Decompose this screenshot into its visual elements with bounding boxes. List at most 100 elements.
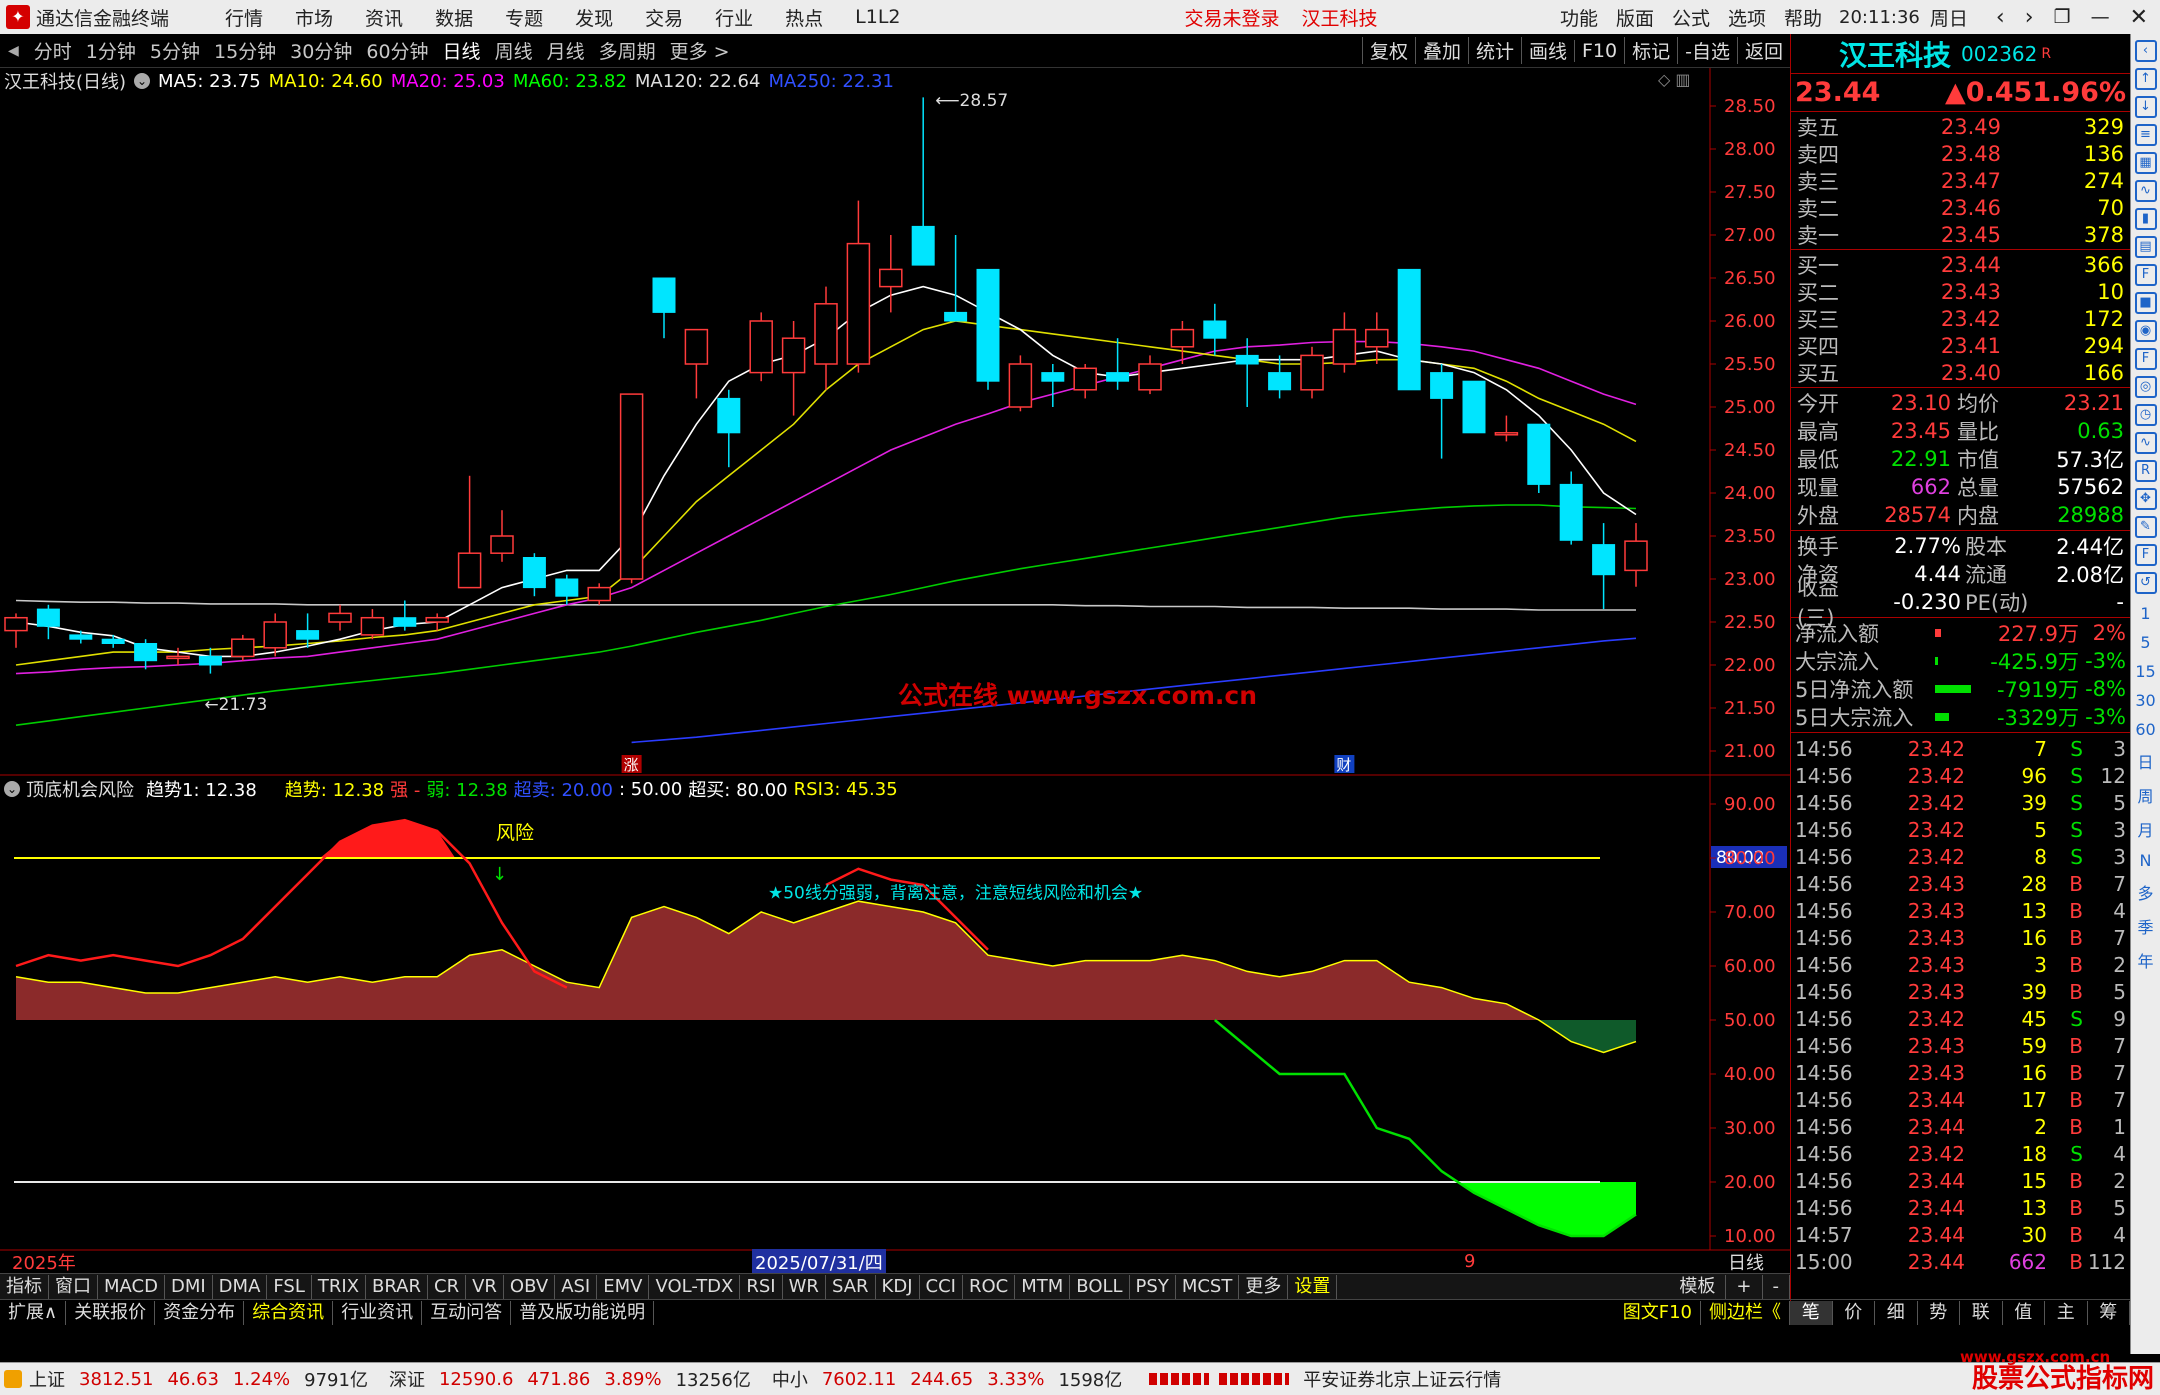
right-tab-0[interactable]: 笔 [1790,1300,1833,1325]
history-icon[interactable]: ↺ [2134,572,2157,594]
period-tab-4[interactable]: 30分钟 [283,37,359,64]
bid-row[interactable]: 买五 23.40 166 [1791,359,2130,386]
indicator-tab-6[interactable]: TRIX [312,1274,367,1299]
grid-icon[interactable]: ▦ [2134,152,2157,174]
tool-button-7[interactable]: 返回 [1736,37,1790,64]
side-period-0[interactable]: 1 [2131,604,2160,623]
table-icon[interactable]: ▤ [2134,236,2157,258]
bid-row[interactable]: 买三 23.42 172 [1791,305,2130,332]
period-tab-3[interactable]: 15分钟 [207,37,283,64]
ask-row[interactable]: 卖一 23.45 378 [1791,221,2130,248]
right-menu-item-3[interactable]: 选项 [1728,4,1766,31]
menu-item-2[interactable]: 资讯 [365,4,403,31]
period-tab-6[interactable]: 日线 [436,37,488,64]
right-tab-1[interactable]: 价 [1833,1300,1875,1325]
chat-icon[interactable]: ◎ [2134,376,2157,398]
right-menu-item-2[interactable]: 公式 [1672,4,1710,31]
right-tab-6[interactable]: 主 [2045,1300,2088,1325]
indicator-tab-3[interactable]: DMI [165,1274,213,1299]
menu-item-1[interactable]: 市场 [295,4,333,31]
sh-index-name[interactable]: 上证 [29,1366,65,1392]
indicator-tab-0[interactable]: 指标 [0,1274,49,1299]
period-tab-7[interactable]: 周线 [488,37,540,64]
collapse-icon[interactable]: ◀ [8,43,19,59]
bell-icon[interactable]: ◉ [2134,320,2157,342]
restore-window-icon[interactable]: ❐ [2054,6,2071,28]
tool-button-4[interactable]: F10 [1574,39,1624,62]
bid-row[interactable]: 买二 23.43 10 [1791,278,2130,305]
side-period-5[interactable]: 日 [2131,749,2160,773]
side-period-8[interactable]: N [2131,851,2160,870]
side-period-1[interactable]: 5 [2131,633,2160,652]
side-period-9[interactable]: 多 [2131,880,2160,904]
indicator-tab-12[interactable]: EMV [597,1274,650,1299]
indicator-tab-25[interactable]: 设置 [1288,1274,1338,1299]
forward-icon[interactable]: › [2025,5,2034,30]
pen-icon[interactable]: ✎ [2134,516,2157,538]
tool-button-2[interactable]: 统计 [1467,37,1521,64]
period-tab-8[interactable]: 月线 [540,37,592,64]
right-tab-7[interactable]: 筹 [2088,1300,2130,1325]
menu-item-6[interactable]: 交易 [645,4,683,31]
info-tab-6[interactable]: 普及版功能说明 [511,1300,655,1325]
indicator-tab-10[interactable]: OBV [504,1274,556,1299]
menu-item-0[interactable]: 行情 [225,4,263,31]
right-menu-item-0[interactable]: 功能 [1560,4,1598,31]
template-tab-0[interactable]: 模板 [1669,1274,1727,1299]
menu-item-3[interactable]: 数据 [435,4,473,31]
period-tab-1[interactable]: 1分钟 [79,37,143,64]
period-tab-9[interactable]: 多周期 [592,37,663,64]
indicator-tab-18[interactable]: CCI [920,1274,963,1299]
ask-row[interactable]: 卖二 23.46 70 [1791,194,2130,221]
period-tab-2[interactable]: 5分钟 [143,37,207,64]
indicator-tab-19[interactable]: ROC [963,1274,1016,1299]
info-tab-5[interactable]: 互动问答 [422,1300,512,1325]
indicator-tab-15[interactable]: WR [783,1274,826,1299]
right-menu-item-1[interactable]: 版面 [1616,4,1654,31]
tool-button-0[interactable]: 复权 [1361,37,1415,64]
info-tab-4[interactable]: 行业资讯 [333,1300,423,1325]
period-tab-0[interactable]: 分时 [27,37,79,64]
rsi-icon[interactable]: R [2134,460,2157,482]
menu-item-7[interactable]: 行业 [715,4,753,31]
period-tab-10[interactable]: 更多 > [663,37,737,64]
indicator-tab-21[interactable]: BOLL [1070,1274,1130,1299]
side-period-7[interactable]: 月 [2131,817,2160,841]
list-icon[interactable]: ≡ [2134,124,2157,146]
indicator-tab-1[interactable]: 窗口 [49,1274,98,1299]
tool-button-6[interactable]: -自选 [1677,37,1737,64]
tool-button-3[interactable]: 画线 [1520,37,1574,64]
clock-icon[interactable]: ◷ [2134,404,2157,426]
indicator-tab-20[interactable]: MTM [1015,1274,1071,1299]
info-tab-0[interactable]: 扩展∧ [0,1300,67,1325]
f10-icon[interactable]: F [2134,264,2157,286]
indicator-tab-4[interactable]: DMA [213,1274,268,1299]
ask-row[interactable]: 卖三 23.47 274 [1791,167,2130,194]
bid-row[interactable]: 买一 23.44 366 [1791,251,2130,278]
ask-row[interactable]: 卖四 23.48 136 [1791,140,2130,167]
tool-button-1[interactable]: 叠加 [1414,37,1468,64]
indicator-tab-7[interactable]: BRAR [366,1274,428,1299]
info-tab-2[interactable]: 资金分布 [155,1300,245,1325]
time-axis-scale[interactable]: 日线 [1728,1249,1764,1275]
indicator-tab-16[interactable]: SAR [826,1274,876,1299]
info-tab-3[interactable]: 综合资讯 [244,1300,334,1325]
right-tab-4[interactable]: 联 [1960,1300,2003,1325]
indicator-tab-2[interactable]: MACD [98,1274,165,1299]
close-icon[interactable]: ✕ [2130,5,2148,30]
period-tab-5[interactable]: 60分钟 [359,37,435,64]
indicator-tab-17[interactable]: KDJ [876,1274,920,1299]
info-tab-1[interactable]: 关联报价 [66,1300,156,1325]
up-arrow-icon[interactable]: ↑ [2134,68,2157,90]
right-tab-5[interactable]: 值 [2003,1300,2045,1325]
side-period-2[interactable]: 15 [2131,662,2160,681]
indicator-tab-14[interactable]: RSI [740,1274,783,1299]
indicator-tab-9[interactable]: VR [466,1274,504,1299]
zx-index-name[interactable]: 中小 [772,1366,808,1392]
right-tab-3[interactable]: 势 [1918,1300,1960,1325]
template-tab-1[interactable]: + [1726,1274,1763,1299]
minimize-icon[interactable]: — [2091,6,2110,28]
right-tab-2[interactable]: 细 [1875,1300,1918,1325]
f2-icon[interactable]: F [2134,348,2157,370]
bid-row[interactable]: 买四 23.41 294 [1791,332,2130,359]
